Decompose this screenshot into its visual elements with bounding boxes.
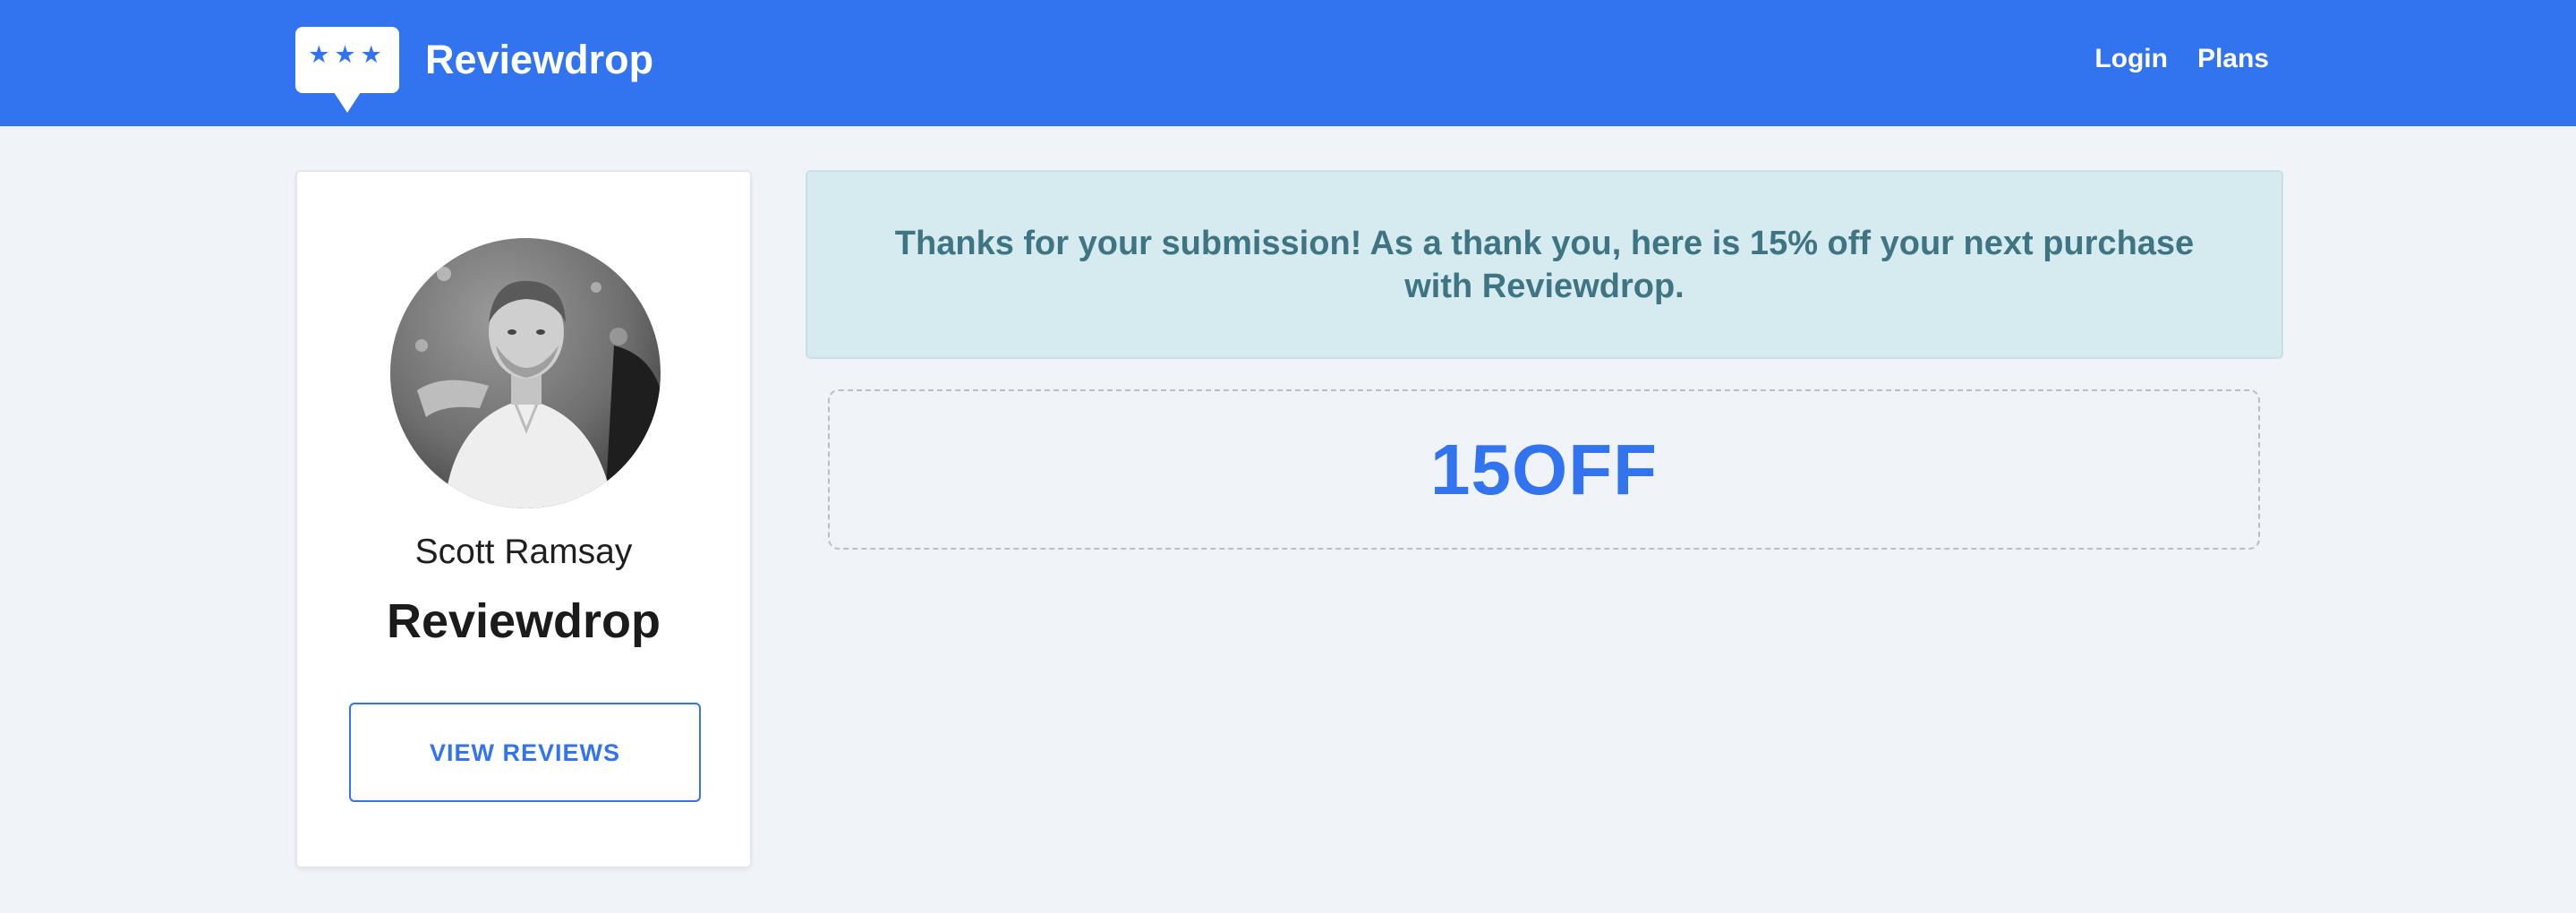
brand-name: Reviewdrop: [425, 37, 654, 82]
thank-you-alert: Thanks for your submission! As a thank y…: [806, 170, 2283, 359]
nav-links: Login Plans: [2094, 40, 2269, 78]
profile-company: Reviewdrop: [386, 594, 661, 648]
speech-bubble-stars-icon: ★★★: [295, 27, 399, 93]
logo-stars: ★★★: [308, 41, 387, 69]
avatar-photo: [390, 238, 661, 508]
nav-login-link[interactable]: Login: [2094, 40, 2168, 78]
coupon-code[interactable]: 15OFF: [1430, 427, 1658, 513]
view-reviews-button[interactable]: VIEW REVIEWS: [349, 703, 701, 802]
nav-plans-link[interactable]: Plans: [2197, 40, 2269, 78]
top-navbar: ★★★ Reviewdrop Login Plans: [0, 0, 2576, 126]
alert-message: Thanks for your submission! As a thank y…: [894, 224, 2195, 305]
avatar: [390, 238, 661, 508]
profile-card: Scott Ramsay Reviewdrop VIEW REVIEWS: [295, 170, 752, 868]
profile-name: Scott Ramsay: [414, 533, 633, 571]
brand-home-link[interactable]: ★★★ Reviewdrop: [295, 27, 653, 93]
coupon-box: 15OFF: [828, 389, 2260, 550]
